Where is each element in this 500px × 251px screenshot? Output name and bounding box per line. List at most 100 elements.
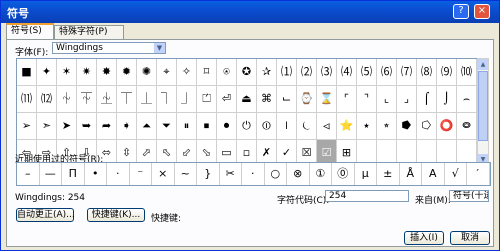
symbol-cell[interactable]: ⏍ [197, 86, 217, 113]
recent-symbol[interactable]: — [40, 163, 62, 185]
symbol-cell[interactable]: ⭕ [437, 113, 457, 140]
symbol-cell[interactable]: ⑷ [337, 59, 357, 86]
symbol-cell[interactable]: ⑴ [277, 59, 297, 86]
symbol-cell[interactable]: ⏷ [157, 113, 177, 140]
recent-symbol[interactable]: ′ [467, 163, 490, 185]
symbol-cell[interactable]: ⌟ [397, 86, 417, 113]
symbol-cell[interactable]: ⏌ [177, 86, 197, 113]
recent-symbol[interactable]: ✂ [220, 163, 242, 185]
symbol-cell[interactable]: ⌠ [417, 86, 437, 113]
symbol-cell[interactable]: ✰ [257, 59, 277, 86]
symbol-cell[interactable]: ⌛ [317, 86, 337, 113]
recent-symbol[interactable]: μ [355, 163, 377, 185]
symbol-cell[interactable]: ⏹ [197, 113, 217, 140]
symbol-cell[interactable]: ✹ [117, 59, 137, 86]
symbol-cell[interactable]: ➤ [57, 113, 77, 140]
title-bar[interactable]: 符号 ? × [1, 1, 499, 23]
symbol-cell[interactable]: ⌜ [337, 86, 357, 113]
symbol-cell[interactable]: ⌢ [457, 86, 477, 113]
symbol-cell[interactable]: ⑵ [297, 59, 317, 86]
symbol-cell[interactable]: ✪ [237, 59, 257, 86]
recent-symbol[interactable]: ○ [265, 163, 287, 185]
recent-symbol[interactable]: ⁻ [130, 163, 152, 185]
symbol-cell[interactable]: ➣ [37, 113, 57, 140]
recent-symbol[interactable]: · [242, 163, 265, 185]
symbol-cell[interactable]: ⑿ [37, 86, 57, 113]
recent-symbol[interactable]: Π [62, 163, 85, 185]
symbol-cell[interactable]: ⭔ [417, 113, 437, 140]
symbol-cell[interactable]: ⭑ [357, 113, 377, 140]
charcode-input[interactable]: 254 [325, 190, 409, 202]
symbol-cell[interactable]: ⌖ [157, 59, 177, 86]
symbol-cell[interactable]: ⏺ [217, 113, 237, 140]
recent-symbol[interactable]: A [422, 163, 445, 185]
symbol-cell[interactable]: ⍟ [217, 59, 237, 86]
symbol-cell[interactable]: ⏋ [157, 86, 177, 113]
cancel-button[interactable]: 取消 [450, 231, 490, 245]
symbol-cell[interactable]: ⭐ [337, 113, 357, 140]
recent-symbol[interactable]: ⊗ [287, 163, 310, 185]
from-select[interactable]: 符号(十进制) [449, 190, 489, 202]
close-button[interactable]: × [474, 4, 490, 19]
symbol-cell[interactable]: ⑾ [17, 86, 37, 113]
symbol-cell[interactable]: ⭓ [397, 113, 417, 140]
tab-symbols[interactable]: 符号(S) [6, 23, 54, 40]
symbol-cell[interactable]: ⑽ [457, 59, 477, 86]
symbol-cell[interactable]: ⏿ [317, 113, 337, 140]
symbol-cell[interactable]: ⏾ [297, 113, 317, 140]
symbol-cell[interactable]: ➢ [17, 113, 37, 140]
symbol-cell[interactable]: ✺ [137, 59, 157, 86]
recent-symbol[interactable]: ± [377, 163, 400, 185]
symbol-cell[interactable]: ⑸ [357, 59, 377, 86]
symbol-cell[interactable]: ⌙ [277, 86, 297, 113]
recent-symbol[interactable]: } [197, 163, 220, 185]
recent-symbol[interactable]: • [85, 163, 107, 185]
recent-symbol[interactable]: · [107, 163, 130, 185]
symbol-cell[interactable]: ⑶ [317, 59, 337, 86]
symbol-cell[interactable]: ⌝ [357, 86, 377, 113]
symbol-cell[interactable]: ⏶ [137, 113, 157, 140]
symbol-cell[interactable]: ⑺ [397, 59, 417, 86]
symbol-cell[interactable]: ✷ [77, 59, 97, 86]
scroll-thumb[interactable] [478, 71, 488, 141]
symbol-cell[interactable]: ⏇ [77, 86, 97, 113]
recent-symbol[interactable]: ⓪ [332, 163, 355, 185]
autocorrect-button[interactable]: 自动更正(A)... [16, 208, 75, 222]
symbol-cell[interactable]: ✦ [37, 59, 57, 86]
symbol-cell[interactable]: ⏉ [117, 86, 137, 113]
insert-button[interactable]: 插入(I) [404, 231, 444, 245]
symbol-cell[interactable]: ⏏ [237, 86, 257, 113]
font-select[interactable]: Wingdings ▼ [52, 42, 166, 54]
symbol-cell[interactable]: ⑼ [437, 59, 457, 86]
recent-symbol[interactable]: ~ [175, 163, 197, 185]
recent-symbol[interactable]: Å [400, 163, 422, 185]
symbol-cell[interactable]: ⏽ [277, 113, 297, 140]
symbol-cell[interactable]: ➧ [117, 113, 137, 140]
symbol-cell[interactable]: ➦ [97, 113, 117, 140]
tab-special-characters[interactable]: 特殊字符(P) [54, 25, 124, 39]
symbol-cell[interactable]: ⭒ [377, 113, 397, 140]
symbol-cell[interactable]: ⌚ [297, 86, 317, 113]
symbol-cell[interactable]: ⏎ [217, 86, 237, 113]
symbol-cell[interactable]: ✧ [177, 59, 197, 86]
symbol-cell[interactable]: ✶ [57, 59, 77, 86]
shortcut-key-button[interactable]: 快捷键(K)... [87, 208, 145, 222]
symbol-cell[interactable]: ⭖ [457, 113, 477, 140]
symbol-cell[interactable]: ⏻ [237, 113, 257, 140]
symbol-cell[interactable]: ✸ [97, 59, 117, 86]
symbol-cell[interactable]: ⏸ [177, 113, 197, 140]
symbol-cell[interactable]: ⏊ [137, 86, 157, 113]
symbol-cell[interactable]: ⏼ [257, 113, 277, 140]
symbol-cell[interactable]: ⏆ [57, 86, 77, 113]
recent-symbol[interactable]: √ [445, 163, 467, 185]
symbol-cell[interactable]: ⏈ [97, 86, 117, 113]
recent-symbol[interactable]: – [17, 163, 40, 185]
symbol-cell[interactable]: ⌘ [257, 86, 277, 113]
chevron-down-icon[interactable]: ▼ [154, 43, 165, 53]
recent-symbol[interactable]: ① [310, 163, 332, 185]
grid-scrollbar[interactable]: ▲ ▼ [477, 58, 489, 166]
scroll-up-icon[interactable]: ▲ [478, 59, 488, 70]
symbol-cell[interactable]: ⌡ [437, 86, 457, 113]
help-button[interactable]: ? [453, 4, 469, 19]
symbol-cell[interactable]: ⑻ [417, 59, 437, 86]
